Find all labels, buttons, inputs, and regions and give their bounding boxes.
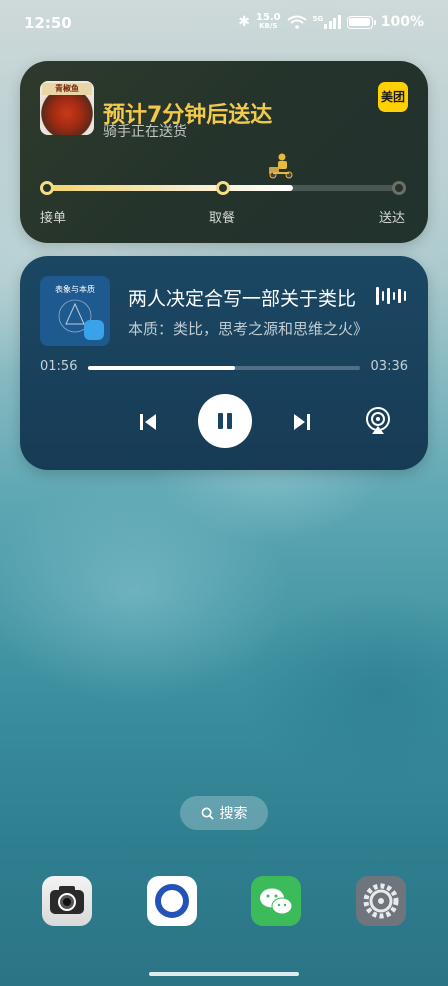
signal-icon bbox=[324, 15, 341, 29]
pause-button[interactable] bbox=[198, 394, 252, 448]
music-widget[interactable]: 表象与本质 两人决定合写一部关于类比 本质：类比，思考之源和思维之火》 01:5… bbox=[20, 256, 428, 470]
food-thumbnail: 青椒鱼 bbox=[40, 81, 94, 135]
network-type: 5G bbox=[312, 15, 324, 23]
current-time: 01:56 bbox=[40, 359, 78, 374]
camera-app-icon[interactable] bbox=[42, 876, 92, 926]
status-bar: 12:50 ✱ 15.0 KB/S 5G 100% bbox=[0, 0, 448, 48]
settings-app-icon[interactable] bbox=[356, 876, 406, 926]
battery-icon bbox=[346, 15, 376, 29]
step-node-picked-up bbox=[216, 181, 230, 195]
network-speed: 15.0 KB/S bbox=[255, 12, 281, 31]
meituan-logo: 美团 bbox=[378, 82, 408, 112]
total-time: 03:36 bbox=[370, 359, 408, 374]
step-node-delivered bbox=[392, 181, 406, 195]
delivery-progress-track bbox=[40, 181, 406, 195]
next-track-button[interactable] bbox=[286, 406, 318, 438]
skip-next-icon bbox=[294, 414, 310, 430]
search-button[interactable]: 搜索 bbox=[180, 796, 268, 830]
now-playing-line-1: 两人决定合写一部关于类比 bbox=[128, 288, 357, 310]
skip-previous-icon bbox=[140, 414, 156, 430]
app-badge-icon bbox=[84, 320, 104, 340]
network-speed-unit: KB/S bbox=[259, 22, 278, 30]
step-label-picked-up: 取餐 bbox=[209, 211, 236, 226]
step-label-accepted: 接单 bbox=[40, 211, 67, 226]
browser-icon bbox=[155, 884, 189, 918]
step-node-accepted bbox=[40, 181, 54, 195]
audio-wave-icon bbox=[376, 286, 406, 306]
status-time: 12:50 bbox=[24, 14, 72, 32]
status-icons: ✱ 15.0 KB/S 5G 100% bbox=[238, 12, 424, 31]
search-label: 搜索 bbox=[219, 806, 248, 822]
delivery-widget[interactable]: 青椒鱼 预计7分钟后送达 骑手正在送货 美团 接单 取餐 送达 bbox=[20, 61, 428, 243]
wifi-icon bbox=[286, 15, 307, 29]
battery-level: 100% bbox=[380, 14, 424, 30]
airplay-audio-icon bbox=[366, 407, 390, 434]
search-icon bbox=[201, 807, 214, 820]
food-label: 青椒鱼 bbox=[42, 83, 92, 95]
gear-icon bbox=[363, 883, 399, 919]
home-indicator[interactable] bbox=[149, 972, 299, 976]
playback-progress-bar[interactable] bbox=[88, 366, 360, 370]
camera-icon bbox=[50, 886, 84, 914]
wechat-app-icon[interactable] bbox=[251, 876, 301, 926]
signal-5g: 5G bbox=[313, 15, 341, 29]
previous-track-button[interactable] bbox=[132, 406, 164, 438]
playback-progress-fill bbox=[88, 366, 235, 370]
browser-app-icon[interactable] bbox=[147, 876, 197, 926]
pause-icon bbox=[218, 413, 232, 429]
step-label-delivered: 送达 bbox=[379, 211, 406, 226]
delivery-progress-fill bbox=[47, 185, 294, 191]
delivery-status-text: 骑手正在送货 bbox=[103, 124, 187, 140]
network-speed-value: 15.0 bbox=[255, 12, 281, 23]
rider-icon bbox=[269, 153, 293, 179]
now-playing-line-2: 本质：类比，思考之源和思维之火》 bbox=[128, 320, 369, 338]
audio-output-button[interactable] bbox=[360, 403, 396, 439]
bluetooth-icon: ✱ bbox=[238, 14, 250, 30]
album-cover: 表象与本质 bbox=[40, 276, 110, 346]
wechat-icon bbox=[260, 888, 293, 915]
